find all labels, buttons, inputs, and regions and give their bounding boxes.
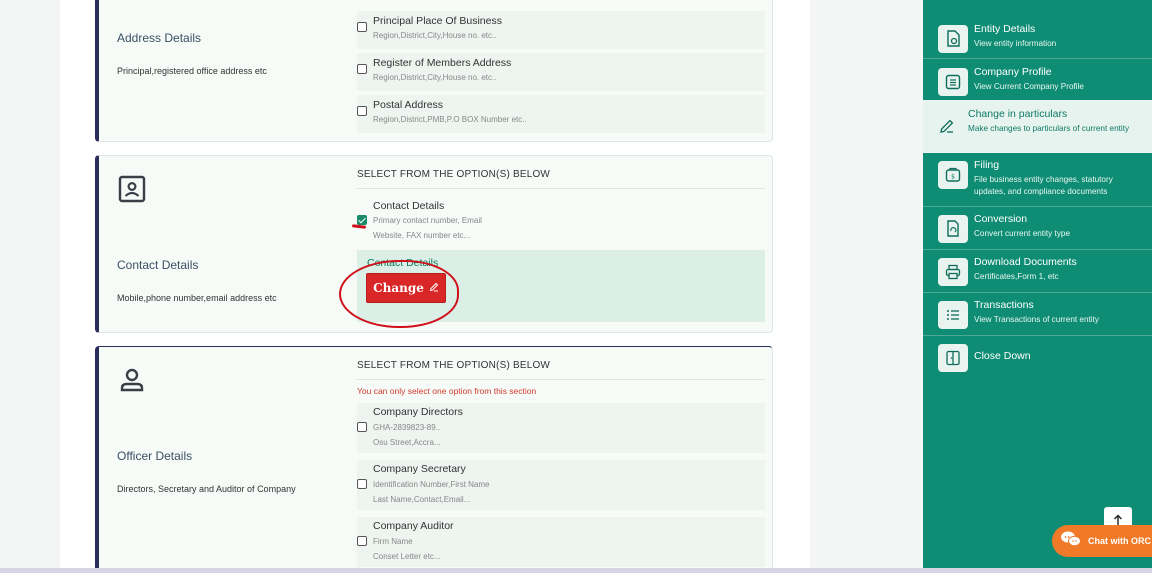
option-description: Osu Street,Accra... bbox=[373, 438, 441, 447]
sidebar-item-desc: File business entity changes, statutory … bbox=[974, 175, 1113, 196]
sidebar-item-close-down[interactable]: Close Down bbox=[923, 336, 1152, 376]
sidebar-item-title: Conversion bbox=[974, 213, 1028, 225]
sidebar-item-desc: View Transactions of current entity bbox=[974, 315, 1099, 324]
card-title: Address Details bbox=[117, 31, 202, 45]
option-principal-place[interactable]: Principal Place Of Business Region,Distr… bbox=[357, 11, 765, 49]
sidebar-item-desc: Make changes to particulars of current e… bbox=[968, 124, 1130, 133]
sidebar-item-download-documents[interactable]: Download Documents Certificates,Form 1, … bbox=[923, 250, 1152, 293]
option-description: Primary contact number, Email bbox=[373, 216, 482, 225]
sidebar-item-title: Download Documents bbox=[974, 256, 1077, 268]
chat-with-orc-button[interactable]: Chat with ORC bbox=[1052, 525, 1152, 557]
sidebar-item-title: Filing bbox=[974, 159, 1000, 171]
contact-card-icon bbox=[117, 174, 147, 204]
conversion-icon bbox=[938, 215, 968, 243]
sidebar-item-conversion[interactable]: Conversion Convert current entity type bbox=[923, 207, 1152, 250]
checkbox[interactable] bbox=[357, 479, 367, 489]
option-company-auditor[interactable]: Company Auditor Firm Name Conset Letter … bbox=[357, 517, 765, 567]
divider bbox=[357, 188, 765, 189]
option-description: Region,District,City,House no. etc.. bbox=[373, 31, 497, 40]
option-description: Conset Letter etc... bbox=[373, 552, 441, 561]
card-title: Contact Details bbox=[117, 258, 199, 272]
checkbox-checked[interactable] bbox=[357, 215, 367, 225]
sidebar-item-entity-details[interactable]: Entity Details View entity information bbox=[923, 17, 1152, 59]
option-description: Identification Number,First Name bbox=[373, 480, 490, 489]
option-register-members-address[interactable]: Register of Members Address Region,Distr… bbox=[357, 53, 765, 91]
option-description: Last Name,Contact,Email... bbox=[373, 495, 471, 504]
entity-actions-sidebar: Entity Details View entity information C… bbox=[923, 0, 1152, 568]
edit-pencil-icon bbox=[932, 112, 962, 140]
sidebar-item-desc: View entity information bbox=[974, 39, 1057, 48]
transactions-list-icon bbox=[938, 301, 968, 329]
sidebar-item-company-profile[interactable]: Company Profile View Current Company Pro… bbox=[923, 60, 1152, 102]
sidebar-item-desc: View Current Company Profile bbox=[974, 82, 1084, 91]
officer-details-card: Officer Details Directors, Secretary and… bbox=[95, 346, 773, 573]
card-title: Officer Details bbox=[117, 449, 193, 463]
red-annotation-circle bbox=[339, 260, 459, 328]
person-icon bbox=[117, 365, 147, 395]
checkbox[interactable] bbox=[357, 106, 367, 116]
document-view-icon bbox=[938, 25, 968, 53]
sidebar-item-title: Close Down bbox=[974, 350, 1031, 362]
sidebar-item-desc: Convert current entity type bbox=[974, 229, 1071, 238]
card-subtitle: Mobile,phone number,email address etc bbox=[117, 293, 277, 303]
single-option-warning: You can only select one option from this… bbox=[357, 386, 537, 396]
chat-bubbles-icon bbox=[1060, 530, 1082, 553]
card-subtitle: Directors, Secretary and Auditor of Comp… bbox=[117, 484, 296, 494]
option-description: Firm Name bbox=[373, 537, 413, 546]
section-heading: SELECT FROM THE OPTION(S) BELOW bbox=[357, 360, 551, 371]
sidebar-item-desc: Certificates,Form 1, etc bbox=[974, 272, 1059, 281]
filing-icon: $ bbox=[938, 161, 968, 189]
option-description: Region,District,PMB,P.O BOX Number etc.. bbox=[373, 115, 527, 124]
close-down-icon bbox=[938, 344, 968, 372]
option-company-directors[interactable]: Company Directors GHA-2839823-89.. Osu S… bbox=[357, 403, 765, 453]
option-label: Principal Place Of Business bbox=[373, 15, 502, 27]
card-subtitle: Principal,registered office address etc bbox=[117, 66, 267, 76]
sidebar-item-title: Change in particulars bbox=[968, 108, 1068, 120]
option-company-secretary[interactable]: Company Secretary Identification Number,… bbox=[357, 460, 765, 510]
sidebar-item-title: Company Profile bbox=[974, 66, 1052, 78]
checkbox[interactable] bbox=[357, 22, 367, 32]
profile-list-icon bbox=[938, 68, 968, 96]
sidebar-item-title: Entity Details bbox=[974, 23, 1036, 35]
sidebar-item-filing[interactable]: $ Filing File business entity changes, s… bbox=[923, 153, 1152, 207]
option-description: GHA-2839823-89.. bbox=[373, 423, 441, 432]
checkbox[interactable] bbox=[357, 64, 367, 74]
option-postal-address[interactable]: Postal Address Region,District,PMB,P.O B… bbox=[357, 95, 765, 133]
checkbox[interactable] bbox=[357, 536, 367, 546]
option-label: Company Auditor bbox=[373, 520, 454, 532]
checkbox[interactable] bbox=[357, 422, 367, 432]
option-description: Region,District,City,House no. etc.. bbox=[373, 73, 497, 82]
option-label: Contact Details bbox=[373, 200, 445, 212]
option-label: Company Secretary bbox=[373, 463, 466, 475]
sidebar-item-transactions[interactable]: Transactions View Transactions of curren… bbox=[923, 293, 1152, 336]
sidebar-item-change-in-particulars[interactable]: Change in particulars Make changes to pa… bbox=[923, 100, 1152, 153]
option-label: Company Directors bbox=[373, 406, 463, 418]
option-label: Postal Address bbox=[373, 99, 444, 111]
section-heading: SELECT FROM THE OPTION(S) BELOW bbox=[357, 169, 551, 180]
chat-label: Chat with ORC bbox=[1088, 536, 1151, 546]
svg-text:$: $ bbox=[951, 174, 955, 181]
option-label: Register of Members Address bbox=[373, 57, 512, 69]
option-description: Website, FAX number etc... bbox=[373, 231, 471, 240]
option-contact-details[interactable]: Contact Details Primary contact number, … bbox=[357, 198, 765, 244]
bottom-edge bbox=[0, 568, 1152, 573]
address-details-card: Address Details Principal,registered off… bbox=[95, 0, 773, 142]
printer-icon bbox=[938, 258, 968, 286]
sidebar-item-title: Transactions bbox=[974, 299, 1034, 311]
divider bbox=[357, 379, 765, 380]
